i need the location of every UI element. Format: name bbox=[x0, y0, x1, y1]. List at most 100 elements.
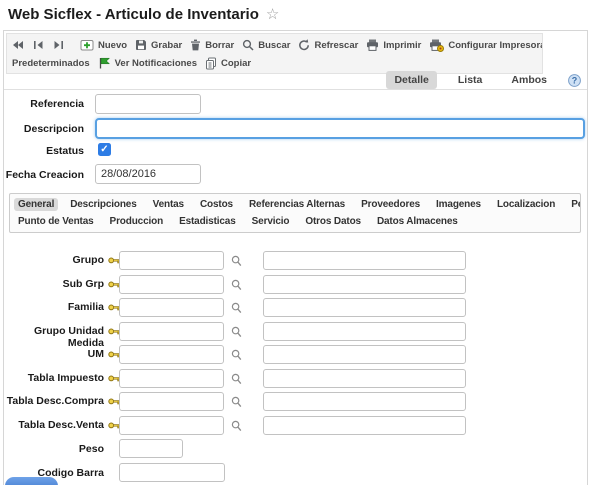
nav-first-button[interactable] bbox=[33, 40, 44, 50]
um-label: UM bbox=[4, 348, 104, 360]
buscar-label: Buscar bbox=[258, 40, 290, 51]
peso-input[interactable] bbox=[119, 439, 183, 458]
section-tab-proveedores[interactable]: Proveedores bbox=[357, 198, 424, 211]
tabla-desc-compra-label: Tabla Desc.Compra bbox=[4, 395, 104, 407]
printer-icon bbox=[366, 39, 379, 51]
nav-last-button[interactable] bbox=[53, 40, 64, 50]
lookup-search-icon[interactable] bbox=[231, 395, 242, 413]
peso-row: Peso bbox=[4, 439, 587, 459]
lookup-row-tabla-desc-compra: Tabla Desc.Compra bbox=[4, 392, 587, 412]
lookup-row-grupo: Grupo bbox=[4, 251, 587, 271]
grupo-unidad-medida-description-input[interactable] bbox=[263, 322, 466, 341]
tabs-divider bbox=[4, 89, 587, 90]
lookup-row-tabla-desc-venta: Tabla Desc.Venta bbox=[4, 416, 587, 436]
estatus-checkbox[interactable]: ✓ bbox=[98, 143, 111, 156]
view-tab-ambos[interactable]: Ambos bbox=[503, 71, 555, 89]
toolbar-row1: Nuevo Grabar Borrar Buscar Refrescar Imprimir… bbox=[10, 36, 539, 54]
buscar-button[interactable]: Buscar bbox=[242, 39, 290, 51]
tabla-impuesto-code-input[interactable] bbox=[119, 369, 224, 388]
svg-text:?: ? bbox=[572, 75, 578, 85]
familia-description-input[interactable] bbox=[263, 298, 466, 317]
section-tab-servicio[interactable]: Servicio bbox=[248, 215, 294, 228]
lookup-row-sub-grp: Sub Grp bbox=[4, 275, 587, 295]
imprimir-button[interactable]: Imprimir bbox=[366, 39, 421, 51]
configurar-impresora-button[interactable]: Configurar Impresora bbox=[429, 39, 543, 52]
floating-button[interactable] bbox=[5, 477, 58, 485]
section-tab-otros-datos[interactable]: Otros Datos bbox=[301, 215, 365, 228]
lookup-search-icon[interactable] bbox=[231, 325, 242, 343]
grabar-button[interactable]: Grabar bbox=[135, 39, 182, 51]
tabla-impuesto-description-input[interactable] bbox=[263, 369, 466, 388]
favorite-star-icon[interactable]: ☆ bbox=[266, 5, 279, 23]
ver-notificaciones-button[interactable]: Ver Notificaciones bbox=[98, 57, 197, 69]
app-window: Web Sicflex - Articulo de Inventario ☆ N… bbox=[0, 0, 600, 485]
section-tab-row: Punto de Ventas Produccion Estadisticas Ser… bbox=[14, 213, 576, 230]
codigo-barra-input[interactable] bbox=[119, 463, 225, 482]
grupo-description-input[interactable] bbox=[263, 251, 466, 270]
referencia-label: Referencia bbox=[4, 98, 84, 110]
section-tab-datos-almacenes[interactable]: Datos Almacenes bbox=[373, 215, 462, 228]
lookup-search-icon[interactable] bbox=[231, 278, 242, 296]
refresh-icon bbox=[298, 39, 310, 51]
tabla-desc-compra-description-input[interactable] bbox=[263, 392, 466, 411]
section-tab-localizacion[interactable]: Localizacion bbox=[493, 198, 559, 211]
section-tab-perfiles[interactable]: Perfiles bbox=[567, 198, 581, 211]
grabar-label: Grabar bbox=[151, 40, 182, 51]
tabla-desc-compra-code-input[interactable] bbox=[119, 392, 224, 411]
referencia-input[interactable] bbox=[95, 94, 201, 114]
um-code-input[interactable] bbox=[119, 345, 224, 364]
predeterminados-button[interactable]: Predeterminados bbox=[12, 58, 90, 69]
refrescar-button[interactable]: Refrescar bbox=[298, 39, 358, 51]
lookup-search-icon[interactable] bbox=[231, 348, 242, 366]
sub-grp-code-input[interactable] bbox=[119, 275, 224, 294]
sub-grp-label: Sub Grp bbox=[4, 278, 104, 290]
section-tab-estadisticas[interactable]: Estadisticas bbox=[175, 215, 240, 228]
trash-icon bbox=[190, 39, 201, 51]
lookup-search-icon[interactable] bbox=[231, 301, 242, 319]
refrescar-label: Refrescar bbox=[314, 40, 358, 51]
lookup-row-um: UM bbox=[4, 345, 587, 365]
section-tab-costos[interactable]: Costos bbox=[196, 198, 237, 211]
toolbar: Nuevo Grabar Borrar Buscar Refrescar Imprimir… bbox=[6, 33, 543, 74]
um-description-input[interactable] bbox=[263, 345, 466, 364]
tabla-desc-venta-code-input[interactable] bbox=[119, 416, 224, 435]
section-tab-imagenes[interactable]: Imagenes bbox=[432, 198, 485, 211]
new-record-icon bbox=[80, 39, 94, 51]
view-tab-detalle[interactable]: Detalle bbox=[386, 71, 436, 89]
lookup-search-icon[interactable] bbox=[231, 419, 242, 437]
save-icon bbox=[135, 39, 147, 51]
grupo-label: Grupo bbox=[4, 254, 104, 266]
help-icon[interactable]: ? bbox=[568, 74, 581, 87]
section-tab-referencias-alternas[interactable]: Referencias Alternas bbox=[245, 198, 349, 211]
fecha-creacion-label: Fecha Creacion bbox=[4, 169, 84, 181]
section-tab-general[interactable]: General bbox=[14, 198, 58, 211]
section-tab-punto-de-ventas[interactable]: Punto de Ventas bbox=[14, 215, 98, 228]
notifications-flag-icon bbox=[98, 57, 111, 69]
grupo-code-input[interactable] bbox=[119, 251, 224, 270]
sub-grp-description-input[interactable] bbox=[263, 275, 466, 294]
view-tab-lista[interactable]: Lista bbox=[450, 71, 491, 89]
borrar-button[interactable]: Borrar bbox=[190, 39, 234, 51]
familia-code-input[interactable] bbox=[119, 298, 224, 317]
record-nav-group bbox=[12, 40, 64, 50]
tabla-desc-venta-description-input[interactable] bbox=[263, 416, 466, 435]
estatus-label: Estatus bbox=[4, 145, 84, 157]
lookup-search-icon[interactable] bbox=[231, 372, 242, 390]
nuevo-button[interactable]: Nuevo bbox=[80, 39, 127, 51]
section-tab-ventas[interactable]: Ventas bbox=[149, 198, 188, 211]
search-icon bbox=[242, 39, 254, 51]
section-tab-descripciones[interactable]: Descripciones bbox=[66, 198, 140, 211]
section-tab-row: General Descripciones Ventas Costos Referenc… bbox=[14, 196, 576, 213]
section-tab-produccion[interactable]: Produccion bbox=[106, 215, 168, 228]
lookup-row-tabla-impuesto: Tabla Impuesto bbox=[4, 369, 587, 389]
descripcion-input[interactable] bbox=[95, 118, 585, 139]
predeterminados-label: Predeterminados bbox=[12, 58, 90, 69]
printer-config-icon bbox=[429, 39, 444, 52]
check-icon: ✓ bbox=[100, 145, 108, 155]
fecha-creacion-input[interactable] bbox=[95, 164, 201, 184]
grupo-unidad-medida-code-input[interactable] bbox=[119, 322, 224, 341]
nav-fast-back-button[interactable] bbox=[12, 40, 24, 50]
nuevo-label: Nuevo bbox=[98, 40, 127, 51]
copiar-button[interactable]: Copiar bbox=[205, 57, 251, 70]
lookup-search-icon[interactable] bbox=[231, 254, 242, 272]
